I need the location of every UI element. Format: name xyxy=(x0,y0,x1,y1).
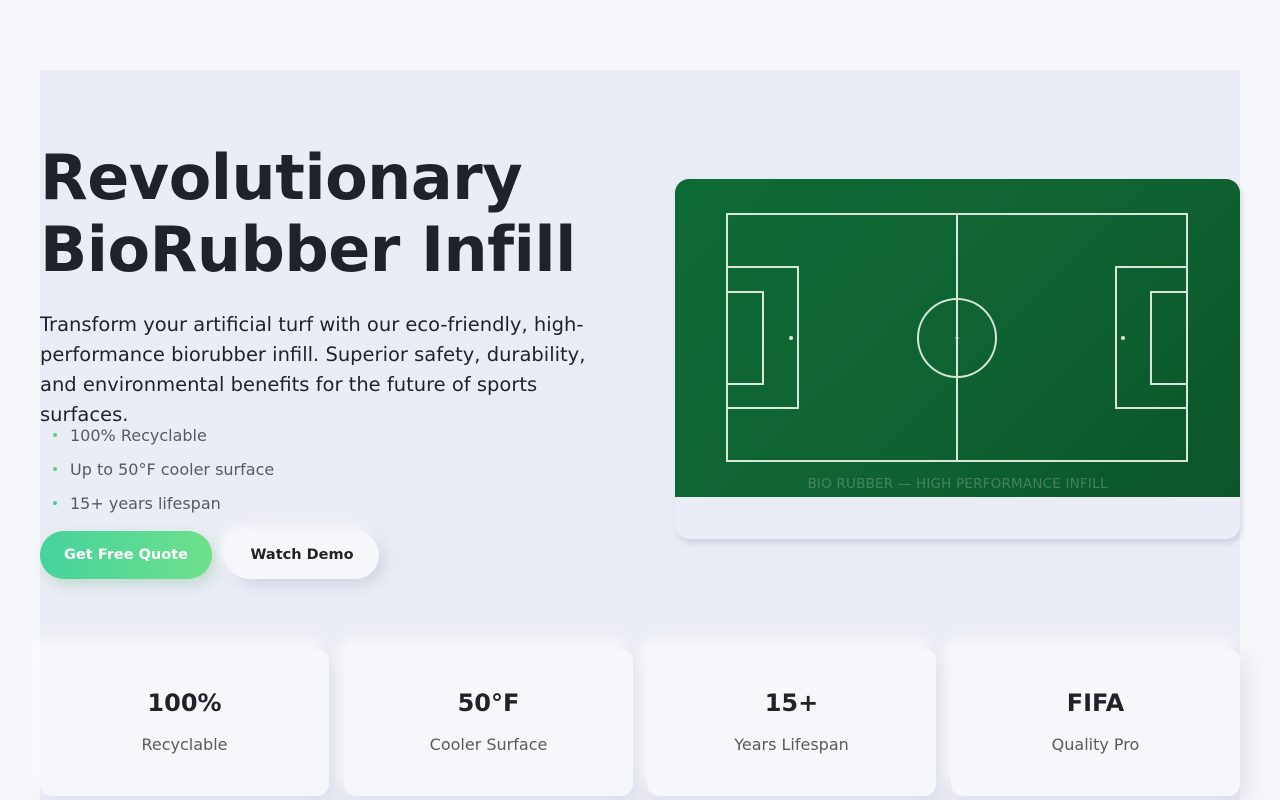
stat-value: 50°F xyxy=(457,689,520,717)
stat-value: 100% xyxy=(147,689,222,717)
feature-item: Up to 50°F cooler surface xyxy=(40,452,274,486)
bullet-dot-icon xyxy=(53,433,57,437)
title-line-2: BioRubber Infill xyxy=(40,213,576,286)
watch-demo-button[interactable]: Watch Demo xyxy=(225,531,379,579)
stat-value: FIFA xyxy=(1066,689,1125,717)
title-line-1: Revolutionary xyxy=(40,141,523,214)
stat-card-cooler-surface: 50°F Cooler Surface xyxy=(344,649,633,796)
stat-label: Recyclable xyxy=(141,735,228,754)
bullet-dot-icon xyxy=(53,467,57,471)
feature-item: 15+ years lifespan xyxy=(40,486,274,520)
hero-subtitle: Transform your artificial turf with our … xyxy=(40,313,586,426)
right-penalty-spot xyxy=(1121,336,1125,340)
soccer-field-image: BIO RUBBER — HIGH PERFORMANCE INFILL xyxy=(675,179,1240,497)
feature-item: 100% Recyclable xyxy=(40,418,274,452)
left-goal-area xyxy=(726,291,764,385)
get-free-quote-button[interactable]: Get Free Quote xyxy=(40,531,212,579)
bullet-dot-icon xyxy=(53,501,57,505)
stat-value: 15+ xyxy=(764,689,819,717)
feature-label: Up to 50°F cooler surface xyxy=(70,459,275,479)
feature-label: 15+ years lifespan xyxy=(70,493,221,513)
stat-card-quality: FIFA Quality Pro xyxy=(951,649,1240,796)
page-title: Revolutionary BioRubber Infill xyxy=(40,142,640,286)
field-caption: BIO RUBBER — HIGH PERFORMANCE INFILL xyxy=(807,476,1108,492)
field-image-card: BIO RUBBER — HIGH PERFORMANCE INFILL xyxy=(675,179,1240,539)
soccer-field-lines xyxy=(726,213,1188,462)
stat-card-recyclable: 100% Recyclable xyxy=(40,649,329,796)
center-spot xyxy=(955,336,959,340)
right-goal-area xyxy=(1150,291,1188,385)
left-penalty-spot xyxy=(789,336,793,340)
stat-label: Quality Pro xyxy=(1051,735,1140,754)
feature-label: 100% Recyclable xyxy=(70,425,207,445)
feature-list: 100% Recyclable Up to 50°F cooler surfac… xyxy=(40,418,274,520)
stat-label: Cooler Surface xyxy=(429,735,548,754)
stat-label: Years Lifespan xyxy=(734,735,849,754)
stat-card-years-lifespan: 15+ Years Lifespan xyxy=(647,649,936,796)
